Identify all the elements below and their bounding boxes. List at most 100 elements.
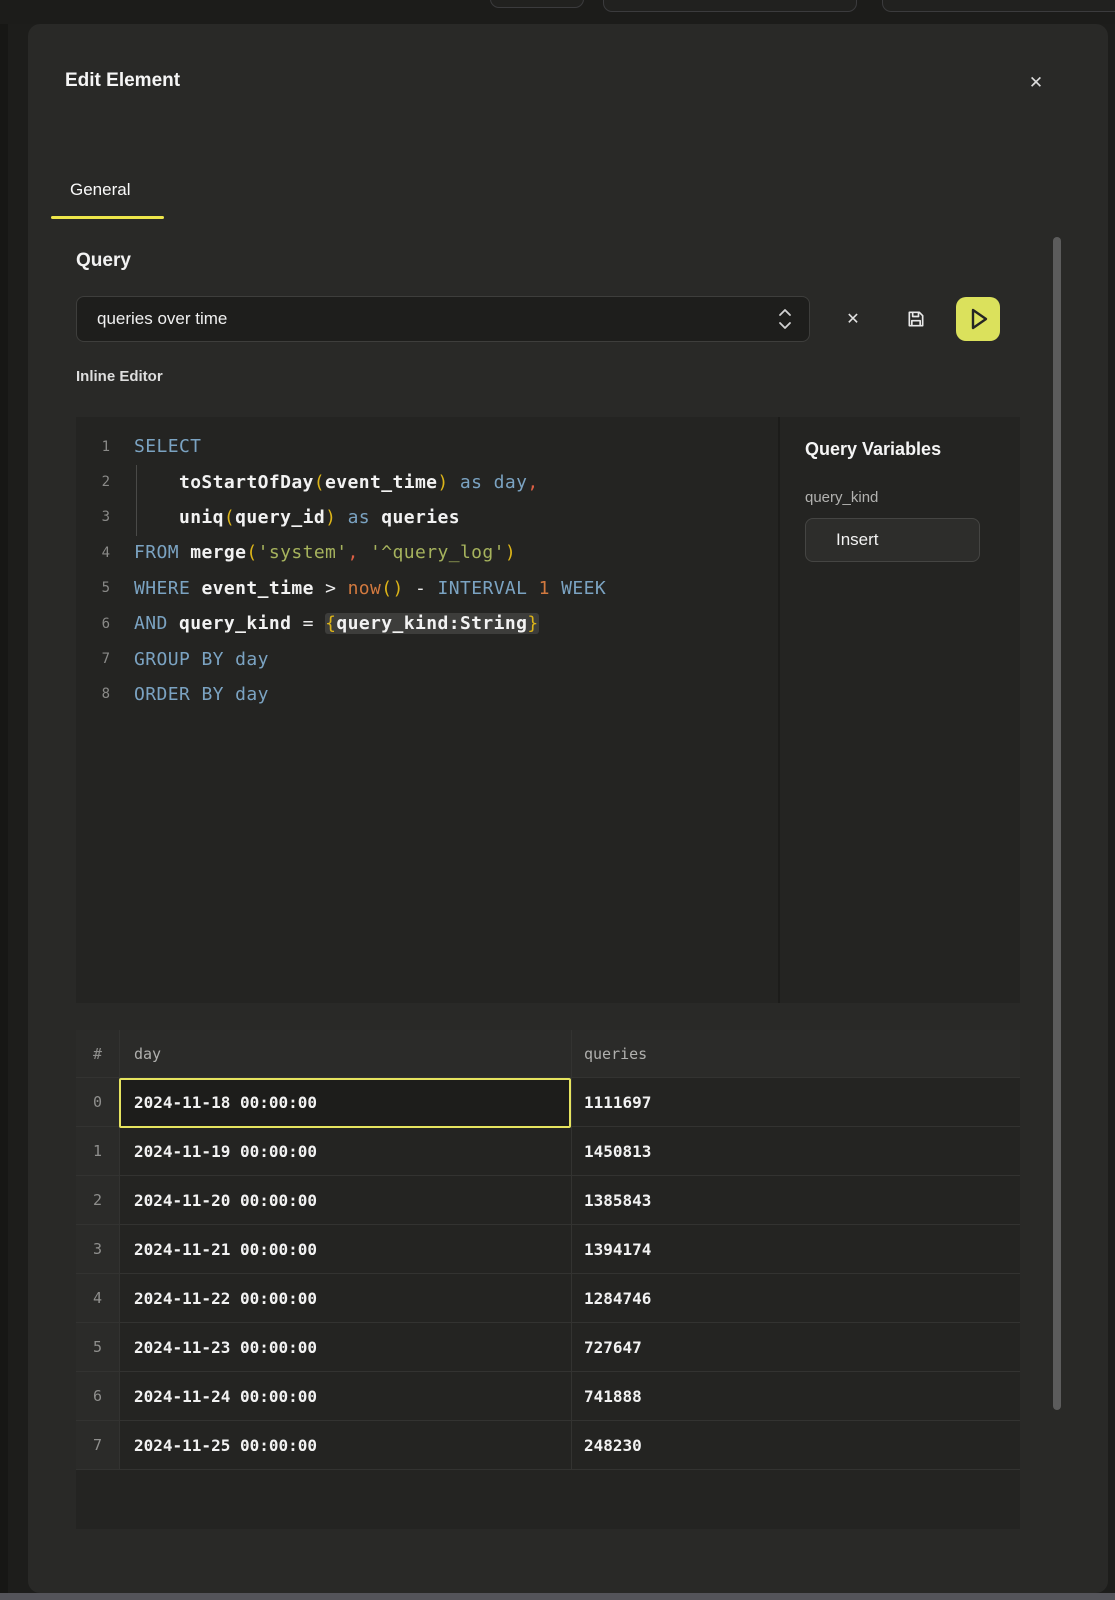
table-row: 02024-11-18 00:00:001111697: [76, 1078, 1020, 1127]
code-line: 4FROM merge('system', '^query_log'): [76, 535, 780, 570]
code-token: [314, 613, 325, 634]
clear-query-button[interactable]: ✕: [839, 305, 867, 333]
code-token: [291, 613, 302, 634]
code-token: [190, 684, 201, 705]
row-index-cell: 7: [76, 1421, 119, 1470]
code-token: [224, 684, 235, 705]
code-token: 1: [539, 578, 550, 599]
sql-code-editor[interactable]: 1SELECT2 toStartOfDay(event_time) as day…: [76, 417, 780, 1003]
code-token: [134, 507, 179, 528]
save-query-button[interactable]: [902, 305, 930, 333]
table-row: 22024-11-20 00:00:001385843: [76, 1176, 1020, 1225]
code-token: now: [348, 578, 382, 599]
row-index-cell: 1: [76, 1127, 119, 1176]
day-cell[interactable]: 2024-11-24 00:00:00: [119, 1372, 571, 1421]
play-icon: [956, 297, 1000, 341]
code-token: WEEK: [561, 578, 606, 599]
code-token: day: [235, 649, 269, 670]
queries-cell[interactable]: 248230: [571, 1421, 1020, 1470]
code-token: toStartOfDay: [179, 472, 314, 493]
code-line: 2 toStartOfDay(event_time) as day,: [76, 464, 780, 499]
code-token: [190, 649, 201, 670]
code-token: AND: [134, 613, 168, 634]
day-cell[interactable]: 2024-11-25 00:00:00: [119, 1421, 571, 1470]
day-cell[interactable]: 2024-11-22 00:00:00: [119, 1274, 571, 1323]
table-row: 32024-11-21 00:00:001394174: [76, 1225, 1020, 1274]
code-token: [168, 613, 179, 634]
code-token: as: [460, 472, 482, 493]
code-token: 'system': [258, 542, 348, 563]
code-line: 6AND query_kind = {query_kind:String}: [76, 606, 780, 641]
code-token: (: [224, 507, 235, 528]
save-icon: [906, 309, 926, 329]
tab-general[interactable]: General: [70, 180, 130, 200]
code-token: (: [246, 542, 257, 563]
column-header-queries: queries: [571, 1030, 1020, 1078]
close-icon[interactable]: ✕: [1021, 68, 1051, 98]
code-token: ): [505, 542, 516, 563]
code-token: {: [325, 613, 336, 634]
query-select[interactable]: queries over time: [76, 296, 810, 342]
topbar-button[interactable]: [882, 0, 1115, 12]
inline-editor-label: Inline Editor: [76, 368, 163, 385]
updown-chevron-icon: [775, 306, 795, 332]
bottom-bar: [0, 1593, 1115, 1600]
queries-cell[interactable]: 1111697: [571, 1078, 1020, 1127]
code-token: [449, 472, 460, 493]
code-token: queries: [381, 507, 460, 528]
row-index-cell: 0: [76, 1078, 119, 1127]
day-cell[interactable]: 2024-11-23 00:00:00: [119, 1323, 571, 1372]
code-token: BY: [201, 684, 223, 705]
queries-cell[interactable]: 1284746: [571, 1274, 1020, 1323]
queries-cell[interactable]: 727647: [571, 1323, 1020, 1372]
code-token: ): [437, 472, 448, 493]
code-line: 1SELECT: [76, 429, 780, 464]
query-variables-title: Query Variables: [805, 439, 941, 460]
results-table-header: #dayqueries: [76, 1030, 1020, 1078]
tab-active-underline: [51, 216, 164, 219]
topbar-button[interactable]: [490, 0, 584, 8]
queries-cell[interactable]: 1394174: [571, 1225, 1020, 1274]
code-token: [426, 578, 437, 599]
code-token: query_id: [235, 507, 325, 528]
day-cell[interactable]: 2024-11-20 00:00:00: [119, 1176, 571, 1225]
queries-cell[interactable]: 1385843: [571, 1176, 1020, 1225]
code-token: INTERVAL: [438, 578, 528, 599]
code-token: [224, 649, 235, 670]
table-row: 12024-11-19 00:00:001450813: [76, 1127, 1020, 1176]
code-token: (): [381, 578, 403, 599]
code-line: 5WHERE event_time > now() - INTERVAL 1 W…: [76, 571, 780, 606]
code-token: [134, 472, 179, 493]
code-token: [179, 542, 190, 563]
code-token: ORDER: [134, 684, 190, 705]
run-query-button[interactable]: [956, 297, 1000, 341]
code-token: [190, 578, 201, 599]
line-number: 2: [76, 474, 110, 490]
line-number: 8: [76, 686, 110, 702]
code-token: event_time: [325, 472, 437, 493]
code-token: ): [325, 507, 336, 528]
query-section-heading: Query: [76, 250, 131, 272]
day-cell[interactable]: 2024-11-21 00:00:00: [119, 1225, 571, 1274]
line-number: 7: [76, 651, 110, 667]
table-row: 72024-11-25 00:00:00248230: [76, 1421, 1020, 1470]
sql-editor-block: 1SELECT2 toStartOfDay(event_time) as day…: [76, 417, 1020, 1003]
code-token: >: [325, 578, 336, 599]
code-token: query_kind: [179, 613, 291, 634]
queries-cell[interactable]: 741888: [571, 1372, 1020, 1421]
table-row: 62024-11-24 00:00:00741888: [76, 1372, 1020, 1421]
modal-scrollbar-thumb[interactable]: [1053, 237, 1061, 1410]
code-token: [404, 578, 415, 599]
query-variable-chip: {query_kind:String}: [325, 613, 539, 634]
day-cell[interactable]: 2024-11-18 00:00:00: [119, 1078, 571, 1127]
code-token: ,: [348, 542, 359, 563]
queries-cell[interactable]: 1450813: [571, 1127, 1020, 1176]
line-number: 1: [76, 439, 110, 455]
code-token: [482, 472, 493, 493]
topbar-button[interactable]: [603, 0, 857, 12]
code-line: 8ORDER BY day: [76, 677, 780, 712]
day-cell[interactable]: 2024-11-19 00:00:00: [119, 1127, 571, 1176]
code-token: [527, 578, 538, 599]
insert-variable-button[interactable]: Insert: [805, 518, 980, 562]
code-token: '^query_log': [370, 542, 505, 563]
